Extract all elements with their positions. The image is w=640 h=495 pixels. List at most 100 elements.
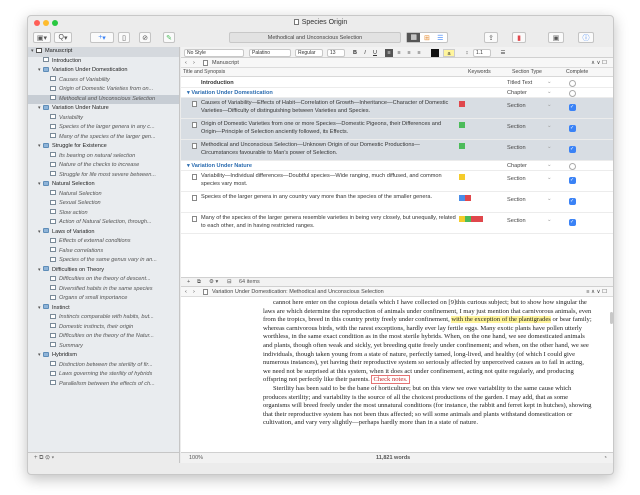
binder-folder[interactable]: ▾ Variation Under Domestication <box>28 66 179 76</box>
binder-item[interactable]: Parallelism between the effects of ch... <box>28 380 179 390</box>
complete-checkbox[interactable] <box>569 198 576 205</box>
complete-checkbox[interactable] <box>569 89 576 97</box>
binder-folder[interactable]: ▾ Hybridism <box>28 351 179 361</box>
outline-row[interactable]: Species of the larger genera in any coun… <box>181 192 613 213</box>
share-button[interactable]: ⇪ <box>484 32 498 43</box>
section-type-value[interactable]: Titled Text <box>507 80 547 86</box>
section-type-value[interactable]: Section <box>507 197 547 203</box>
complete-checkbox[interactable] <box>569 79 576 87</box>
binder-item[interactable]: Difficulties on the theory of the Natur.… <box>28 332 179 342</box>
binder-item[interactable]: Many of the species of the larger gen... <box>28 133 179 143</box>
text-editor[interactable]: cannot here enter on the copious details… <box>181 297 606 452</box>
chevron-down-icon[interactable]: ⌄ <box>547 196 552 202</box>
line-spacing-select[interactable]: 1.1 <box>473 48 491 57</box>
weight-select[interactable]: Regular <box>295 48 323 57</box>
binder-folder[interactable]: ▾ Instinct <box>28 304 179 314</box>
binder-folder[interactable]: ▾ Variation Under Nature <box>28 104 179 114</box>
search-button[interactable]: Q ▾ <box>54 32 72 43</box>
keyword-swatch[interactable] <box>459 143 465 149</box>
font-select[interactable]: Palatino <box>249 48 291 57</box>
outline-row[interactable]: Variability—Individual differences—Doubt… <box>181 171 613 192</box>
inspector-button[interactable]: ⓘ <box>578 32 594 43</box>
binder-toggle-button[interactable]: ▣▾ <box>33 32 51 43</box>
align-right-button[interactable]: ≡ <box>405 49 413 57</box>
view-mode-segmented[interactable]: ▦ ⊞ ☰ <box>406 32 448 43</box>
binder-item[interactable]: Organs of small importance <box>28 294 179 304</box>
keyword-swatch[interactable] <box>459 122 465 128</box>
editor-scrollbar[interactable] <box>610 312 613 324</box>
outline-row[interactable]: Origin of Domestic Varieties from one or… <box>181 119 613 140</box>
chevron-down-icon[interactable]: ⌄ <box>547 162 552 168</box>
add-button[interactable]: + ▾ <box>90 32 114 43</box>
keyword-swatch[interactable] <box>477 216 483 222</box>
section-type-column-header[interactable]: Section Type <box>512 68 542 77</box>
complete-checkbox[interactable] <box>569 146 576 153</box>
size-select[interactable]: 13 <box>327 48 345 57</box>
target-icon[interactable]: ◔ <box>604 453 607 463</box>
binder-item[interactable]: Laws governing the sterility of hybrids <box>28 370 179 380</box>
chevron-down-icon[interactable]: ⌄ <box>547 175 552 181</box>
complete-checkbox[interactable] <box>569 104 576 111</box>
binder-folder[interactable]: ▾ Natural Selection <box>28 180 179 190</box>
binder-item[interactable]: Sexual Selection <box>28 199 179 209</box>
add-row-button[interactable]: + <box>187 278 190 287</box>
compose-button[interactable]: ▣ <box>548 32 564 43</box>
style-select[interactable]: No Style <box>184 48 244 57</box>
back-arrow-icon[interactable]: ‹ <box>185 287 187 297</box>
gear-icon[interactable]: ⚙ ▾ <box>209 278 218 287</box>
outline-row[interactable]: ▾ Variation Under Nature Chapter ⌄ <box>181 161 613 171</box>
italic-button[interactable]: I <box>361 49 369 57</box>
chevron-down-icon[interactable]: ⌄ <box>547 144 552 150</box>
binder-item[interactable]: Domestic instincts, their origin <box>28 323 179 333</box>
keyword-swatch[interactable] <box>459 101 465 107</box>
complete-checkbox[interactable] <box>569 162 576 170</box>
outline-row[interactable]: Methodical and Unconscious Selection—Unk… <box>181 140 613 161</box>
folder-icon[interactable]: ⧉ <box>197 278 201 287</box>
title-column-header[interactable]: Title and Synopsis <box>183 68 225 77</box>
justify-button[interactable]: ≡ <box>415 49 423 57</box>
bookmark-button[interactable]: ▮ <box>512 32 526 43</box>
document-path-field[interactable]: Methodical and Unconscious Selection <box>229 32 401 43</box>
section-type-value[interactable]: Section <box>507 176 547 182</box>
binder-item[interactable]: Difficulties on the theory of descent... <box>28 275 179 285</box>
scrivenings-icon[interactable]: ▦ <box>407 33 421 42</box>
link-button[interactable]: ⊘ <box>139 32 151 43</box>
columns-icon[interactable]: ⊟ <box>227 278 232 287</box>
binder-item[interactable]: Summary <box>28 342 179 352</box>
binder-folder[interactable]: ▾ Struggle for Existence <box>28 142 179 152</box>
complete-checkbox[interactable] <box>569 125 576 132</box>
chevron-down-icon[interactable]: ⌄ <box>547 102 552 108</box>
corkboard-icon[interactable]: ⊞ <box>420 34 433 42</box>
line-spacing-icon[interactable]: ↕ <box>463 49 471 57</box>
binder-item[interactable]: Effects of external conditions <box>28 237 179 247</box>
section-type-value[interactable]: Chapter <box>507 90 547 96</box>
bold-button[interactable]: B <box>351 49 359 57</box>
binder-item[interactable]: Species of the same genus vary in an... <box>28 256 179 266</box>
binder-item[interactable]: Variability <box>28 114 179 124</box>
section-type-value[interactable]: Section <box>507 145 547 151</box>
keyword-swatch[interactable] <box>459 174 465 180</box>
forward-arrow-icon[interactable]: › <box>193 287 195 297</box>
complete-checkbox[interactable] <box>569 177 576 184</box>
section-type-value[interactable]: Chapter <box>507 163 547 169</box>
edit-button[interactable]: ✎ <box>163 32 175 43</box>
binder-item[interactable]: Causes of Variability <box>28 76 179 86</box>
highlight-color-button[interactable]: a <box>443 48 455 57</box>
zoom-select[interactable]: 100% <box>189 453 203 463</box>
underline-button[interactable]: U <box>371 49 379 57</box>
outline-row[interactable]: Causes of Variability—Effects of Habit—C… <box>181 98 613 119</box>
binder-item[interactable]: ▾ Manuscript <box>28 47 179 57</box>
keyword-swatch[interactable] <box>465 195 471 201</box>
chevron-down-icon[interactable]: ⌄ <box>547 89 552 95</box>
binder-item[interactable]: Methodical and Unconscious Selection <box>28 94 179 104</box>
list-button[interactable]: ☰ <box>499 49 507 57</box>
complete-column-header[interactable]: Complete <box>566 68 588 77</box>
chevron-down-icon[interactable]: ⌄ <box>547 217 552 223</box>
editor-nav-controls[interactable]: ≡ ∧ ∨ ☐ <box>586 287 607 297</box>
trash-button[interactable]: ▯ <box>118 32 130 43</box>
binder-item[interactable]: Instincts comparable with habits, but... <box>28 313 179 323</box>
binder-folder[interactable]: ▾ Laws of Variation <box>28 228 179 238</box>
binder-item[interactable]: Slow action <box>28 209 179 219</box>
binder-folder[interactable]: ▾ Difficulties on Theory <box>28 266 179 276</box>
binder-item[interactable]: Origin of Domestic Varieties from on... <box>28 85 179 95</box>
